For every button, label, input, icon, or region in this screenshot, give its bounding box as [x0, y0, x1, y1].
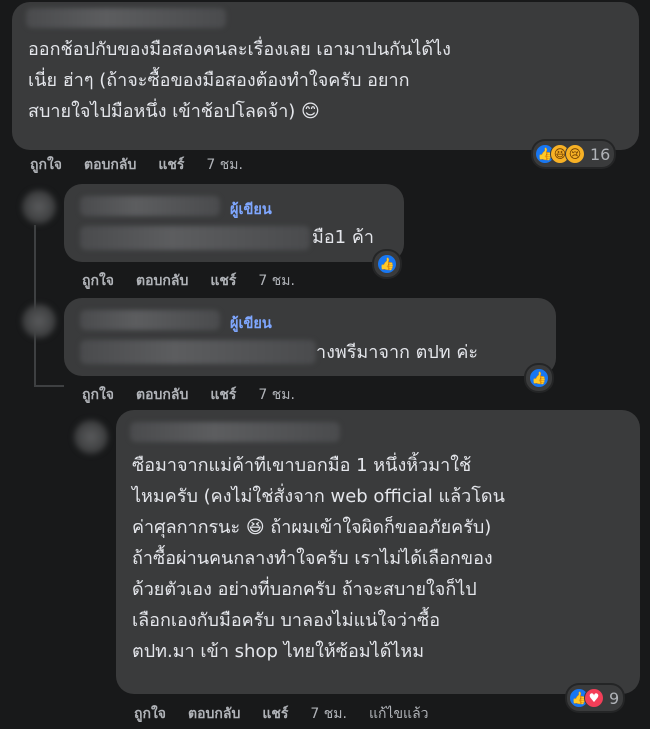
avatar[interactable] — [74, 420, 108, 454]
commenter-name[interactable] — [130, 422, 340, 442]
comment-actions: ถูกใจ ตอบกลับ แชร์ 7 ชม. — [82, 384, 317, 406]
reaction-summary[interactable]: 👍 — [526, 365, 552, 391]
blurred-text — [80, 340, 316, 364]
like-icon: 👍 — [529, 368, 549, 388]
comment-line: เนี่ย ฮ่าๆ (ถ้าจะซื้อของมือสองต้องทำใจคร… — [28, 70, 410, 91]
avatar[interactable] — [22, 190, 56, 224]
like-icon: 👍 — [377, 254, 397, 274]
comment-line: เลือกเองกับมือครับ บาลองไม่แน่ใจว่าซื้อ — [132, 610, 441, 631]
comment-actions: ถูกใจ ตอบกลับ แชร์ 7 ชม. — [30, 154, 265, 176]
avatar[interactable] — [22, 304, 56, 338]
like-link[interactable]: ถูกใจ — [82, 387, 114, 403]
commenter-name[interactable] — [80, 310, 220, 330]
author-badge: ผู้เขียน — [230, 316, 272, 332]
share-link[interactable]: แชร์ — [210, 273, 236, 289]
reply-link[interactable]: ตอบกลับ — [188, 706, 240, 722]
share-link[interactable]: แชร์ — [210, 387, 236, 403]
comment-thread: ออกช้อปกับของมือสองคนละเรื่องเลย เอามาปน… — [0, 0, 650, 729]
thread-line — [34, 385, 64, 387]
reaction-count: 16 — [590, 144, 611, 164]
author-badge: ผู้เขียน — [230, 202, 272, 218]
comment-line: ซือมาจากแม่ค้าทีเขาบอกมือ 1 หนึ่งหิ้วมาใ… — [132, 455, 472, 476]
comment-text: างพรีมาจาก ตปท ค่ะ — [316, 342, 479, 363]
reply-link[interactable]: ตอบกลับ — [84, 157, 136, 173]
edited-label[interactable]: แก้ไขแล้ว — [369, 706, 429, 722]
like-link[interactable]: ถูกใจ — [134, 706, 166, 722]
comment-line: ออกช้อปกับของมือสองคนละเรื่องเลย เอามาปน… — [28, 39, 451, 60]
timestamp[interactable]: 7 ชม. — [258, 273, 295, 289]
share-link[interactable]: แชร์ — [262, 706, 288, 722]
comment-line: ถ้าซื้อผ่านคนกลางทำใจครับ เราไม่ได้เลือก… — [132, 548, 493, 569]
comment-actions: ถูกใจ ตอบกลับ แชร์ 7 ชม. — [82, 270, 317, 292]
commenter-name[interactable] — [26, 8, 226, 28]
commenter-name[interactable] — [80, 196, 220, 216]
timestamp[interactable]: 7 ชม. — [310, 706, 347, 722]
sad-icon: 😢 — [565, 144, 585, 164]
comment-line: ไหมครับ (คงไม่ใช่สั่งจาก web official แล… — [132, 486, 505, 507]
like-link[interactable]: ถูกใจ — [30, 157, 62, 173]
like-link[interactable]: ถูกใจ — [82, 273, 114, 289]
timestamp[interactable]: 7 ชม. — [206, 157, 243, 173]
comment-line: ค่าศุลกากรนะ 😆 ถ้าผมเข้าใจผิดก็ขออภัยครั… — [132, 517, 492, 538]
reply-link[interactable]: ตอบกลับ — [136, 273, 188, 289]
comment-actions: ถูกใจ ตอบกลับ แชร์ 7 ชม. แก้ไขแล้ว — [134, 703, 451, 725]
reaction-summary[interactable]: 👍 😆 😢 16 — [533, 141, 615, 167]
timestamp[interactable]: 7 ชม. — [258, 387, 295, 403]
love-icon: ♥ — [584, 688, 604, 708]
reaction-count: 9 — [609, 688, 620, 708]
comment-line: ตปท.มา เข้า shop ไทยให้ซ้อมได้ไหม — [132, 641, 425, 662]
blurred-text — [80, 226, 310, 250]
comment-line: สบายใจไปมือหนึ่ง เข้าช้อปโลดจ้า) 😊 — [28, 101, 320, 122]
comment-text: มือ1 ค้า — [312, 227, 374, 248]
comment-text: ออกช้อปกับของมือสองคนละเรื่องเลย เอามาปน… — [28, 34, 451, 127]
comment-line: ด้วยตัวเอง อย่างที่บอกครับ ถ้าจะสบายใจก็… — [132, 579, 477, 600]
reaction-summary[interactable]: 👍 ♥ 9 — [567, 685, 624, 711]
reply-link[interactable]: ตอบกลับ — [136, 387, 188, 403]
comment-text: ซือมาจากแม่ค้าทีเขาบอกมือ 1 หนึ่งหิ้วมาใ… — [132, 450, 505, 667]
reaction-summary[interactable]: 👍 — [374, 251, 400, 277]
share-link[interactable]: แชร์ — [158, 157, 184, 173]
